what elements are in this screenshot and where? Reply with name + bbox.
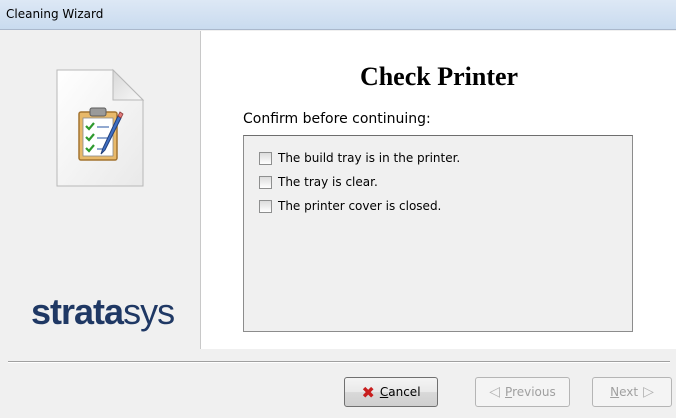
red-x-icon: ✖ bbox=[361, 382, 375, 402]
window-title: Cleaning Wizard bbox=[6, 7, 104, 21]
checklist-item-tray-clear[interactable]: The tray is clear. bbox=[259, 174, 378, 190]
left-panel: stratasys bbox=[0, 31, 200, 349]
checklist-label[interactable]: The build tray is in the printer. bbox=[278, 151, 460, 165]
next-label: Next bbox=[610, 385, 639, 399]
cancel-button[interactable]: ✖ Cancel bbox=[344, 377, 438, 407]
confirm-prompt: Confirm before continuing: bbox=[243, 111, 431, 127]
checklist-item-cover-closed[interactable]: The printer cover is closed. bbox=[259, 198, 441, 214]
checklist-item-build-tray[interactable]: The build tray is in the printer. bbox=[259, 150, 460, 166]
footer-divider bbox=[8, 361, 670, 363]
checklist-label[interactable]: The printer cover is closed. bbox=[278, 199, 441, 213]
checklist-box: The build tray is in the printer. The tr… bbox=[243, 135, 633, 332]
content-panel: Check Printer Confirm before continuing:… bbox=[200, 31, 676, 349]
checklist-label[interactable]: The tray is clear. bbox=[278, 175, 378, 189]
page-heading: Check Printer bbox=[359, 62, 519, 91]
arrow-left-icon: ◁ bbox=[489, 384, 501, 400]
arrow-right-icon: ▷ bbox=[643, 384, 654, 400]
previous-label: Previous bbox=[505, 385, 556, 399]
checkbox-cover-closed[interactable] bbox=[259, 199, 272, 213]
stratasys-logo: stratasys bbox=[31, 291, 175, 332]
checklist-document-icon bbox=[56, 68, 145, 187]
title-bar: Cleaning Wizard bbox=[0, 0, 676, 30]
previous-button[interactable]: ◁ Previous bbox=[475, 377, 570, 407]
checkbox-tray-clear[interactable] bbox=[259, 175, 272, 189]
checkbox-build-tray[interactable] bbox=[259, 151, 272, 165]
next-button[interactable]: Next ▷ bbox=[592, 377, 672, 407]
cancel-label: Cancel bbox=[379, 385, 421, 399]
